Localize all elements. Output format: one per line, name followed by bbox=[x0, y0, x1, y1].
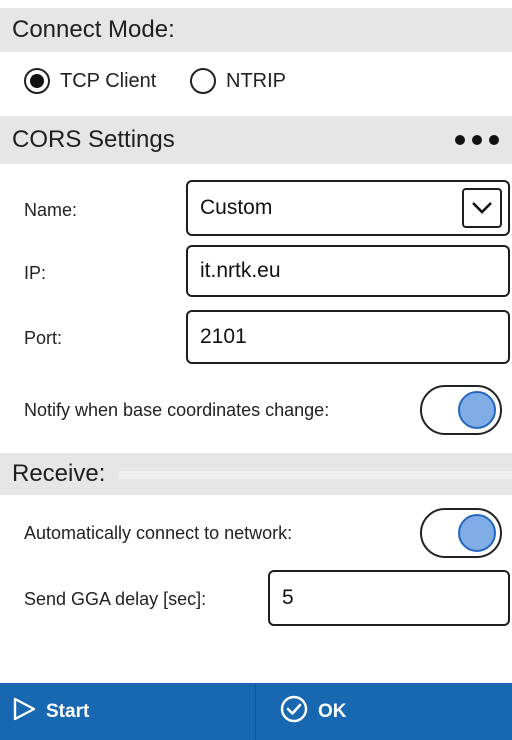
receive-title: Receive: bbox=[12, 460, 106, 487]
port-label: Port: bbox=[24, 328, 63, 348]
notify-label: Notify when base coordinates change: bbox=[24, 400, 330, 420]
name-dropdown[interactable]: Custom bbox=[186, 180, 510, 236]
gga-delay-input[interactable]: 5 bbox=[268, 570, 510, 626]
ip-value: it.nrtk.eu bbox=[200, 259, 281, 282]
chevron-down-icon[interactable] bbox=[462, 188, 502, 228]
name-value: Custom bbox=[200, 196, 273, 219]
check-circle-icon bbox=[280, 695, 308, 729]
notify-toggle[interactable] bbox=[420, 385, 502, 435]
more-horizontal-icon[interactable] bbox=[455, 135, 499, 145]
radio-ntrip-label: NTRIP bbox=[226, 69, 286, 92]
receive-header: Receive: bbox=[0, 453, 512, 495]
toggle-knob bbox=[458, 391, 496, 429]
gga-delay-label: Send GGA delay [sec]: bbox=[24, 589, 207, 609]
connect-mode-header: Connect Mode: bbox=[0, 8, 512, 52]
auto-connect-label: Automatically connect to network: bbox=[24, 523, 293, 543]
radio-ntrip[interactable]: NTRIP bbox=[190, 68, 286, 94]
ok-button[interactable]: OK bbox=[256, 683, 512, 740]
ip-input[interactable]: it.nrtk.eu bbox=[186, 245, 510, 297]
receive-progress-track bbox=[118, 471, 512, 479]
ok-button-label: OK bbox=[318, 700, 347, 722]
radio-tcp-client[interactable]: TCP Client bbox=[24, 68, 156, 94]
ip-label: IP: bbox=[24, 263, 47, 283]
port-input[interactable]: 2101 bbox=[186, 310, 510, 364]
connect-mode-title: Connect Mode: bbox=[12, 16, 175, 43]
name-label: Name: bbox=[24, 200, 78, 220]
start-button[interactable]: Start bbox=[0, 683, 256, 740]
toggle-knob bbox=[458, 514, 496, 552]
radio-tcp-client-label: TCP Client bbox=[60, 69, 157, 92]
cors-settings-title: CORS Settings bbox=[12, 126, 175, 153]
auto-connect-toggle[interactable] bbox=[420, 508, 502, 558]
bottom-action-bar: Start OK bbox=[0, 683, 512, 740]
cors-settings-header: CORS Settings bbox=[0, 116, 512, 164]
radio-button-unselected[interactable] bbox=[190, 68, 216, 94]
radio-button-selected[interactable] bbox=[24, 68, 50, 94]
play-triangle-icon bbox=[12, 697, 36, 727]
gga-delay-value: 5 bbox=[282, 586, 294, 609]
start-button-label: Start bbox=[46, 700, 90, 722]
port-value: 2101 bbox=[200, 325, 247, 348]
